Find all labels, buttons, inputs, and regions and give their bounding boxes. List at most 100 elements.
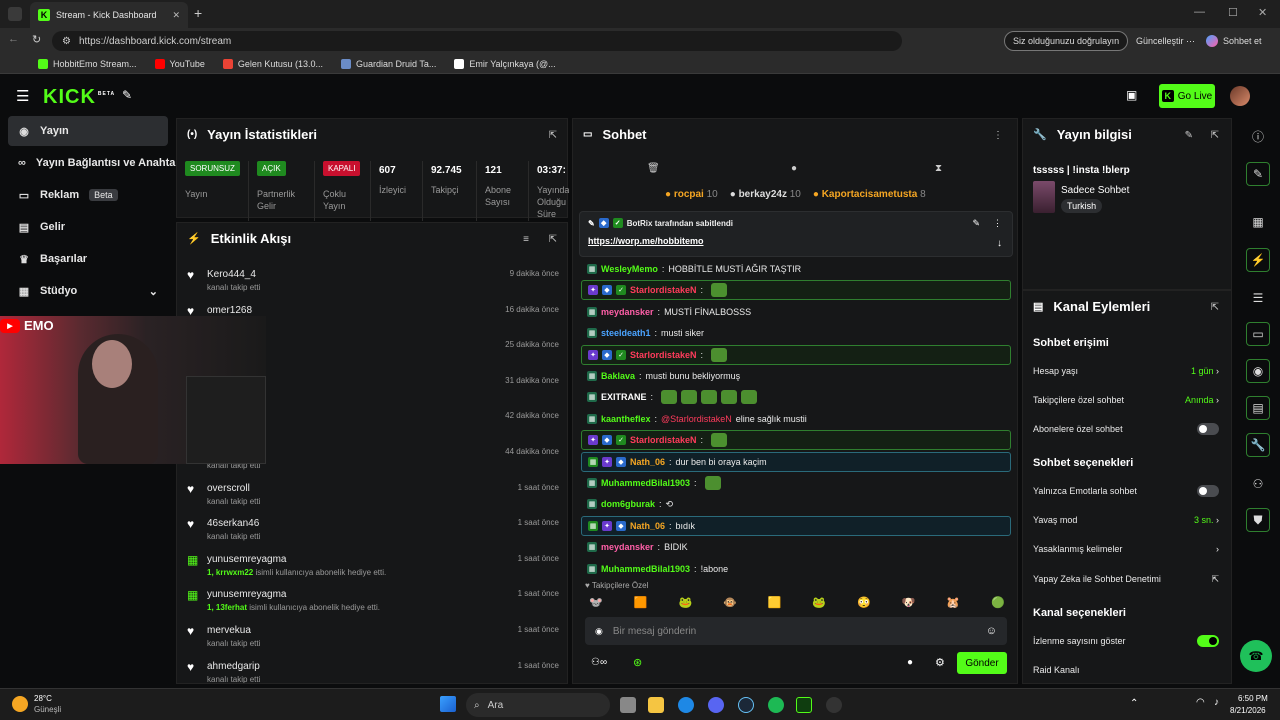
account-age-row[interactable]: Hesap yaşı 1 gün › bbox=[1033, 361, 1219, 381]
popout-icon[interactable]: ⇱ bbox=[549, 234, 557, 245]
chat-username[interactable]: meydansker bbox=[601, 307, 654, 317]
reload-icon[interactable]: ↻ bbox=[32, 33, 41, 46]
support-icon[interactable]: ☎ bbox=[1240, 640, 1272, 672]
avatar[interactable] bbox=[1230, 86, 1250, 106]
menu-icon[interactable]: ☰ bbox=[16, 87, 29, 105]
hourglass-icon[interactable]: ⧗ bbox=[935, 163, 942, 174]
new-tab-icon[interactable]: + bbox=[194, 5, 202, 21]
arrow-down-icon[interactable]: ↓ bbox=[997, 238, 1002, 249]
obs-icon[interactable] bbox=[826, 697, 842, 713]
subs-chat-toggle[interactable] bbox=[1197, 423, 1219, 435]
weather-icon[interactable] bbox=[12, 696, 28, 712]
sidebar-item-stream-key[interactable]: ∞ Yayın Bağlantısı ve Anahtarı bbox=[8, 148, 176, 178]
slow-mode-row[interactable]: Yavaş mod 3 sn. › bbox=[1033, 510, 1219, 530]
chat-username[interactable]: kaantheflex bbox=[601, 414, 651, 424]
chat-input[interactable]: ◉ Bir mesaj gönderin ☺ bbox=[585, 617, 1007, 645]
chat-username[interactable]: Nath_06 bbox=[630, 457, 665, 467]
emote-icon[interactable]: 🐸 bbox=[810, 595, 828, 609]
sidebar-item-stream[interactable]: ◉ Yayın bbox=[8, 116, 168, 146]
chat-username[interactable]: StarlordistakeN bbox=[630, 350, 697, 360]
channel-actions-icon[interactable]: ▤ bbox=[1246, 396, 1270, 420]
followers-chat-row[interactable]: Takipçilere özel sohbet Anında › bbox=[1033, 390, 1219, 410]
browser-tab[interactable]: K Stream - Kick Dashboard ✕ bbox=[30, 2, 188, 28]
edit-icon[interactable]: ✎ bbox=[1246, 162, 1270, 186]
emote-icon[interactable]: 🐵 bbox=[721, 595, 739, 609]
chat-mode-icon[interactable]: ● bbox=[907, 657, 913, 668]
emote-only-toggle[interactable] bbox=[1197, 485, 1219, 497]
task-view-icon[interactable] bbox=[620, 697, 636, 713]
chat-username[interactable]: steeldeath1 bbox=[601, 328, 651, 338]
filter-icon[interactable]: ≡ bbox=[523, 234, 529, 245]
ai-moderation-row[interactable]: Yapay Zeka ile Sohbet Denetimi ⇱ bbox=[1033, 569, 1219, 589]
studio-mode-icon[interactable]: ▣ bbox=[1126, 88, 1137, 102]
emoji-icon[interactable]: ☺ bbox=[986, 625, 997, 637]
trash-icon[interactable]: 🗑 bbox=[647, 163, 660, 174]
chat-username[interactable]: dom6gburak bbox=[601, 499, 655, 509]
chat-username[interactable]: MuhammedBilal1903 bbox=[601, 478, 690, 488]
pinned-link[interactable]: https://worp.me/hobbitemo bbox=[588, 236, 704, 246]
close-tab-icon[interactable]: ✕ bbox=[172, 10, 180, 21]
send-button[interactable]: Gönder bbox=[957, 652, 1007, 674]
chat-username[interactable]: MuhammedBilal1903 bbox=[601, 564, 690, 574]
steam-icon[interactable] bbox=[738, 697, 754, 713]
emote-icon[interactable]: 🟨 bbox=[766, 595, 784, 609]
list-icon[interactable]: ☰ bbox=[1246, 286, 1270, 310]
emote-icon[interactable]: 🟢 bbox=[989, 595, 1007, 609]
minimize-icon[interactable]: — bbox=[1194, 6, 1205, 18]
close-window-icon[interactable]: ✕ bbox=[1258, 6, 1267, 19]
update-button[interactable]: Güncelleştir ⋯ bbox=[1128, 31, 1203, 51]
event-user[interactable]: yunusemreyagma bbox=[207, 554, 286, 565]
bookmark-item[interactable]: Emir Yalçınkaya (@... bbox=[454, 58, 556, 69]
chat-tools-icon[interactable]: ⚇∞ bbox=[591, 657, 607, 668]
chat-username[interactable]: Baklava bbox=[601, 371, 635, 381]
chat-bubble-icon[interactable]: ● bbox=[791, 163, 797, 174]
lightning-icon[interactable]: ⚡ bbox=[1246, 248, 1270, 272]
copilot-chat-button[interactable]: Sohbet et bbox=[1198, 31, 1270, 51]
chat-username[interactable]: StarlordistakeN bbox=[630, 435, 697, 445]
chat-username[interactable]: EXITRANE bbox=[601, 392, 647, 402]
file-explorer-icon[interactable] bbox=[648, 697, 664, 713]
more-icon[interactable]: ⋮ bbox=[993, 130, 1003, 141]
edge-icon[interactable] bbox=[678, 697, 694, 713]
clock-time[interactable]: 6:50 PM bbox=[1238, 694, 1268, 703]
chat-username[interactable]: StarlordistakeN bbox=[630, 285, 697, 295]
unpin-icon[interactable]: ✎ bbox=[972, 218, 980, 229]
wrench-icon[interactable]: 🔧 bbox=[1246, 433, 1270, 457]
spotify-icon[interactable] bbox=[768, 697, 784, 713]
discord-icon[interactable] bbox=[708, 697, 724, 713]
sidebar-item-achievements[interactable]: ♛ Başarılar bbox=[8, 244, 168, 274]
broadcast-icon[interactable]: ◉ bbox=[1246, 359, 1270, 383]
sidebar-item-revenue[interactable]: ▤ Gelir bbox=[8, 212, 168, 242]
sidebar-item-ads[interactable]: ▭ Reklam Beta bbox=[8, 180, 168, 210]
sidebar-item-studio[interactable]: ▦ Stüdyo ⌄ bbox=[8, 276, 168, 306]
chat-username[interactable]: Nath_06 bbox=[630, 521, 665, 531]
popout-icon[interactable]: ⇱ bbox=[1211, 302, 1219, 313]
gifter[interactable]: ● rocpai 10 bbox=[665, 189, 718, 200]
terminal-icon[interactable] bbox=[796, 697, 812, 713]
emote-icon[interactable]: 🐸 bbox=[676, 595, 694, 609]
event-user[interactable]: overscroll bbox=[207, 483, 250, 494]
bookmark-item[interactable]: HobbitEmo Stream... bbox=[38, 58, 137, 69]
bookmark-item[interactable]: YouTube bbox=[154, 58, 205, 69]
site-info-icon[interactable]: ⚙ bbox=[62, 36, 71, 47]
emote-icon[interactable]: 🐹 bbox=[944, 595, 962, 609]
go-live-button[interactable]: K Go Live bbox=[1159, 84, 1215, 108]
popout-icon[interactable]: ⇱ bbox=[1211, 130, 1219, 141]
gifter[interactable]: ● berkay24z 10 bbox=[730, 189, 801, 200]
wifi-icon[interactable]: ◠ bbox=[1196, 697, 1205, 708]
popout-icon[interactable]: ⇱ bbox=[549, 130, 557, 141]
panels-icon[interactable]: ▦ bbox=[1246, 210, 1270, 234]
emote-picker-icon[interactable]: ◉ bbox=[595, 626, 603, 637]
volume-icon[interactable]: ♪ bbox=[1214, 697, 1219, 708]
kick-logo[interactable]: KICK BETA bbox=[43, 86, 115, 109]
tag-chip[interactable]: Turkish bbox=[1061, 199, 1103, 213]
event-user[interactable]: 46serkan46 bbox=[207, 518, 259, 529]
show-viewers-toggle[interactable] bbox=[1197, 635, 1219, 647]
bookmark-item[interactable]: Guardian Druid Ta... bbox=[340, 58, 436, 69]
tab-list-icon[interactable] bbox=[8, 7, 22, 21]
event-user[interactable]: Kero444_4 bbox=[207, 269, 256, 280]
chat-icon[interactable]: ▭ bbox=[1246, 322, 1270, 346]
tray-chevron-icon[interactable]: ⌃ bbox=[1130, 698, 1138, 709]
shield-icon[interactable]: ⛊ bbox=[1246, 508, 1270, 532]
emote-icon[interactable]: 🐭 bbox=[587, 595, 605, 609]
